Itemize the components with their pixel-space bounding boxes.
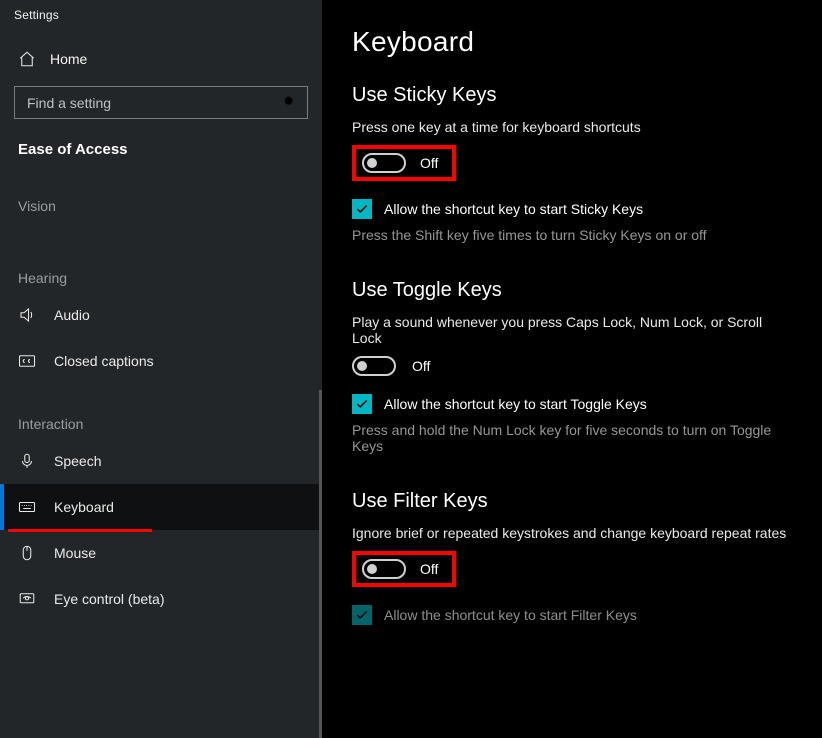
home-icon [18, 50, 36, 68]
category-title: Ease of Access [0, 119, 322, 158]
section-toggle-keys-heading: Use Toggle Keys [352, 279, 792, 302]
settings-sidebar: Settings Home Ease of Access Vision Hear… [0, 0, 322, 738]
closed-captions-icon [18, 352, 36, 370]
nav-home-label: Home [50, 51, 87, 67]
section-filter-keys-heading: Use Filter Keys [352, 490, 792, 513]
keyboard-icon [18, 498, 36, 516]
toggle-keys-toggle[interactable] [352, 356, 396, 376]
sidebar-item-keyboard[interactable]: Keyboard [0, 484, 322, 530]
search-input[interactable] [14, 86, 308, 119]
group-hearing: Hearing [0, 270, 322, 286]
filter-keys-toggle-state: Off [420, 561, 438, 577]
group-interaction: Interaction [0, 416, 322, 432]
filter-keys-shortcut-checkbox[interactable] [352, 605, 372, 625]
section-sticky-keys-heading: Use Sticky Keys [352, 84, 792, 107]
sidebar-item-label: Speech [54, 453, 101, 469]
sticky-keys-toggle[interactable] [362, 153, 406, 173]
sticky-keys-shortcut-checkbox[interactable] [352, 199, 372, 219]
sticky-keys-toggle-state: Off [420, 155, 438, 171]
sticky-keys-desc: Press one key at a time for keyboard sho… [352, 119, 792, 135]
toggle-keys-desc: Play a sound whenever you press Caps Loc… [352, 314, 792, 346]
sidebar-item-label: Closed captions [54, 353, 154, 369]
sidebar-item-eye-control[interactable]: Eye control (beta) [0, 576, 322, 622]
group-vision: Vision [0, 198, 322, 214]
window-title: Settings [0, 0, 322, 22]
mouse-icon [18, 544, 36, 562]
sticky-keys-hint: Press the Shift key five times to turn S… [352, 227, 792, 243]
filter-keys-shortcut-label: Allow the shortcut key to start Filter K… [384, 607, 637, 623]
sidebar-item-closed-captions[interactable]: Closed captions [0, 338, 322, 384]
toggle-keys-shortcut-checkbox[interactable] [352, 394, 372, 414]
annotation-highlight-filter: Off [352, 551, 456, 587]
sidebar-item-audio[interactable]: Audio [0, 292, 322, 338]
speaker-icon [18, 306, 36, 324]
page-title: Keyboard [352, 26, 792, 58]
toggle-keys-shortcut-label: Allow the shortcut key to start Toggle K… [384, 396, 647, 412]
sidebar-item-label: Mouse [54, 545, 96, 561]
eye-control-icon [18, 590, 36, 608]
microphone-icon [18, 452, 36, 470]
sidebar-item-label: Keyboard [54, 499, 114, 515]
filter-keys-desc: Ignore brief or repeated keystrokes and … [352, 525, 792, 541]
toggle-keys-hint: Press and hold the Num Lock key for five… [352, 422, 792, 454]
settings-content: Keyboard Use Sticky Keys Press one key a… [322, 0, 822, 738]
sidebar-item-mouse[interactable]: Mouse [0, 530, 322, 576]
sidebar-item-label: Eye control (beta) [54, 591, 165, 607]
sticky-keys-shortcut-label: Allow the shortcut key to start Sticky K… [384, 201, 643, 217]
annotation-highlight-sticky: Off [352, 145, 456, 181]
search-container [14, 86, 308, 119]
sidebar-item-label: Audio [54, 307, 90, 323]
toggle-keys-toggle-state: Off [412, 358, 430, 374]
nav-home[interactable]: Home [0, 50, 322, 68]
sidebar-item-speech[interactable]: Speech [0, 438, 322, 484]
filter-keys-toggle[interactable] [362, 559, 406, 579]
search-icon [282, 94, 298, 115]
